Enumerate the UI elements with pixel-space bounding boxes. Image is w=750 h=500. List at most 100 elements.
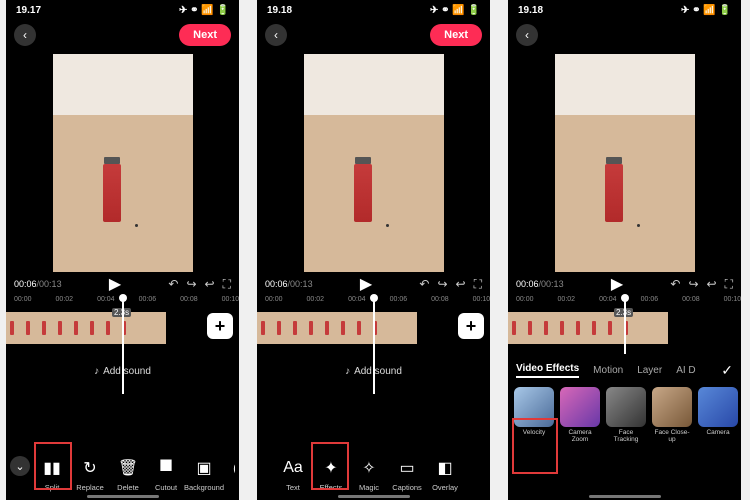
rotate-icon[interactable]: ↶ bbox=[419, 277, 429, 292]
playhead[interactable] bbox=[624, 298, 626, 354]
time-display: 00:06/00:13 bbox=[265, 279, 313, 289]
undo-icon[interactable]: ↪ bbox=[437, 277, 447, 292]
fullscreen-icon[interactable]: ⛶ bbox=[223, 277, 231, 292]
play-button[interactable]: ▶ bbox=[109, 274, 121, 294]
add-clip-button[interactable]: + bbox=[207, 313, 233, 339]
tab-ai[interactable]: AI D bbox=[676, 365, 695, 376]
screen-3: 19.18 ✈ ⚭ 📶 🔋 ‹ 00:06/00:13 ▶ ↶ ↪ ↩ ⛶ 00… bbox=[508, 0, 741, 500]
tool-delete[interactable]: 🗑Delete bbox=[110, 455, 146, 492]
video-preview[interactable] bbox=[53, 54, 193, 272]
tool-cutout[interactable]: ⯀Cutout bbox=[148, 455, 184, 492]
chevron-left-icon: ‹ bbox=[274, 28, 278, 42]
trash-icon: 🗑 bbox=[115, 455, 141, 481]
plus-icon: + bbox=[466, 316, 477, 337]
tool-effects[interactable]: ✦Effects bbox=[313, 455, 349, 492]
effect-face-tracking[interactable]: Face Tracking bbox=[606, 387, 646, 443]
redo-icon[interactable]: ↩ bbox=[456, 277, 466, 292]
effect-camera-zoom[interactable]: Camera Zoom bbox=[560, 387, 600, 443]
redo-icon[interactable]: ↩ bbox=[205, 277, 215, 292]
tool-speed[interactable]: ◯Sp bbox=[224, 455, 235, 492]
next-button[interactable]: Next bbox=[430, 24, 482, 46]
rotate-icon[interactable]: ↶ bbox=[168, 277, 178, 292]
tool-overlay[interactable]: ◧Overlay bbox=[427, 455, 463, 492]
screen-2: 19.18 ✈ ⚭ 📶 🔋 ‹ Next 00:06/00:13 ▶ ↶ ↪ ↩… bbox=[257, 0, 490, 500]
home-indicator bbox=[338, 495, 410, 498]
music-note-icon: ♪ bbox=[94, 366, 99, 377]
undo-icon[interactable]: ↪ bbox=[688, 277, 698, 292]
status-bar: 19.18 ✈ ⚭ 📶 🔋 bbox=[257, 0, 490, 20]
rotate-icon[interactable]: ↶ bbox=[670, 277, 680, 292]
tool-captions[interactable]: ▭Captions bbox=[389, 455, 425, 492]
top-nav: ‹ bbox=[508, 20, 741, 50]
background-icon: ▣ bbox=[191, 455, 217, 481]
magic-icon: ✧ bbox=[356, 455, 382, 481]
tool-magic[interactable]: ✧Magic bbox=[351, 455, 387, 492]
chevron-left-icon: ‹ bbox=[23, 28, 27, 42]
tool-background[interactable]: ▣Background bbox=[186, 455, 222, 492]
effect-velocity[interactable]: Velocity bbox=[514, 387, 554, 443]
effect-face-closeup[interactable]: Face Close-up bbox=[652, 387, 692, 443]
top-nav: ‹ Next bbox=[6, 20, 239, 50]
tool-replace[interactable]: ↻Replace bbox=[72, 455, 108, 492]
text-icon: Aa bbox=[280, 455, 306, 481]
clock: 19.18 bbox=[267, 5, 292, 16]
replace-icon: ↻ bbox=[77, 455, 103, 481]
next-button[interactable]: Next bbox=[179, 24, 231, 46]
video-preview[interactable] bbox=[555, 54, 695, 272]
clip-strip[interactable] bbox=[6, 312, 166, 344]
home-indicator bbox=[87, 495, 159, 498]
clip-strip[interactable] bbox=[257, 312, 417, 344]
playback-controls: 00:06/00:13 ▶ ↶ ↪ ↩ ⛶ bbox=[6, 272, 239, 296]
captions-icon: ▭ bbox=[394, 455, 420, 481]
back-button[interactable]: ‹ bbox=[516, 24, 538, 46]
redo-icon[interactable]: ↩ bbox=[707, 277, 717, 292]
home-indicator bbox=[589, 495, 661, 498]
chevron-left-icon: ‹ bbox=[525, 28, 529, 42]
status-icons: ✈ ⚭ 📶 🔋 bbox=[179, 5, 229, 16]
play-button[interactable]: ▶ bbox=[360, 274, 372, 294]
edit-toolbar: AaText ✦Effects ✧Magic ▭Captions ◧Overla… bbox=[257, 434, 490, 492]
effects-icon: ✦ bbox=[318, 455, 344, 481]
video-preview[interactable] bbox=[304, 54, 444, 272]
split-icon: ▮▮ bbox=[39, 455, 65, 481]
play-button[interactable]: ▶ bbox=[611, 274, 623, 294]
playhead[interactable] bbox=[122, 298, 124, 394]
playback-controls: 00:06/00:13 ▶ ↶ ↪ ↩ ⛶ bbox=[257, 272, 490, 296]
tab-layer[interactable]: Layer bbox=[637, 365, 662, 376]
fullscreen-icon[interactable]: ⛶ bbox=[725, 277, 733, 292]
time-display: 00:06/00:13 bbox=[516, 279, 564, 289]
timeline[interactable]: 2.3s bbox=[508, 310, 741, 346]
timeline[interactable]: 2.3s + bbox=[6, 310, 239, 346]
undo-icon[interactable]: ↪ bbox=[186, 277, 196, 292]
top-nav: ‹ Next bbox=[257, 20, 490, 50]
timeline[interactable]: + bbox=[257, 310, 490, 346]
clip-strip[interactable] bbox=[508, 312, 668, 344]
edit-toolbar: ⌄ ▮▮Split ↻Replace 🗑Delete ⯀Cutout ▣Back… bbox=[6, 434, 239, 492]
cutout-icon: ⯀ bbox=[153, 455, 179, 481]
status-icons: ✈ ⚭ 📶 🔋 bbox=[430, 5, 480, 16]
effects-row: Velocity Camera Zoom Face Tracking Face … bbox=[508, 383, 741, 447]
status-icons: ✈ ⚭ 📶 🔋 bbox=[681, 5, 731, 16]
clock: 19.18 bbox=[518, 5, 543, 16]
plus-icon: + bbox=[215, 316, 226, 337]
lighter-object bbox=[103, 164, 121, 222]
add-clip-button[interactable]: + bbox=[458, 313, 484, 339]
lighter-object bbox=[605, 164, 623, 222]
tool-text[interactable]: AaText bbox=[275, 455, 311, 492]
confirm-button[interactable]: ✓ bbox=[721, 362, 733, 379]
playhead[interactable] bbox=[373, 298, 375, 394]
back-button[interactable]: ‹ bbox=[14, 24, 36, 46]
screen-1: 19.17 ✈ ⚭ 📶 🔋 ‹ Next 00:06/00:13 ▶ ↶ ↪ ↩… bbox=[6, 0, 239, 500]
back-button[interactable]: ‹ bbox=[265, 24, 287, 46]
tab-motion[interactable]: Motion bbox=[593, 365, 623, 376]
music-note-icon: ♪ bbox=[345, 366, 350, 377]
tab-video-effects[interactable]: Video Effects bbox=[516, 363, 579, 378]
chevron-down-icon: ⌄ bbox=[15, 460, 24, 473]
time-display: 00:06/00:13 bbox=[14, 279, 62, 289]
fullscreen-icon[interactable]: ⛶ bbox=[474, 277, 482, 292]
tool-split[interactable]: ▮▮Split bbox=[34, 455, 70, 492]
speed-icon: ◯ bbox=[229, 455, 235, 481]
collapse-button[interactable]: ⌄ bbox=[10, 456, 30, 476]
effect-camera[interactable]: Camera bbox=[698, 387, 738, 443]
playback-controls: 00:06/00:13 ▶ ↶ ↪ ↩ ⛶ bbox=[508, 272, 741, 296]
